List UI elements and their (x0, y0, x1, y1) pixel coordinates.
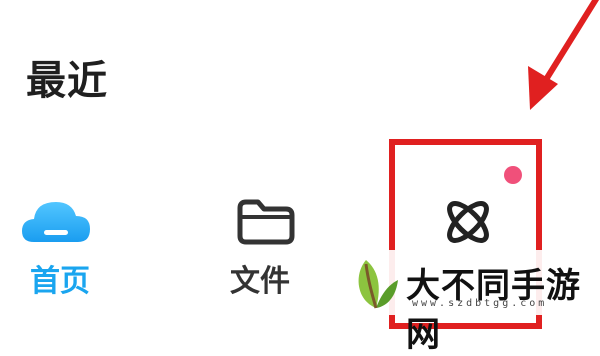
tab-home-label: 首页 (30, 264, 90, 299)
watermark-url: www.szdbtgg.com (412, 298, 548, 309)
folder-icon (237, 199, 295, 245)
arrow-icon (528, 0, 600, 110)
leaf-logo-icon (358, 260, 398, 309)
cloud-icon (22, 202, 90, 242)
section-title: 最近 (26, 58, 108, 104)
tab-files-label: 文件 (230, 264, 290, 299)
tab-files[interactable]: 文件 (200, 186, 320, 306)
notification-dot (504, 166, 522, 184)
watermark: 大不同手游网 www.szdbtgg.com (340, 250, 600, 355)
tab-home[interactable]: 首页 (0, 186, 120, 306)
